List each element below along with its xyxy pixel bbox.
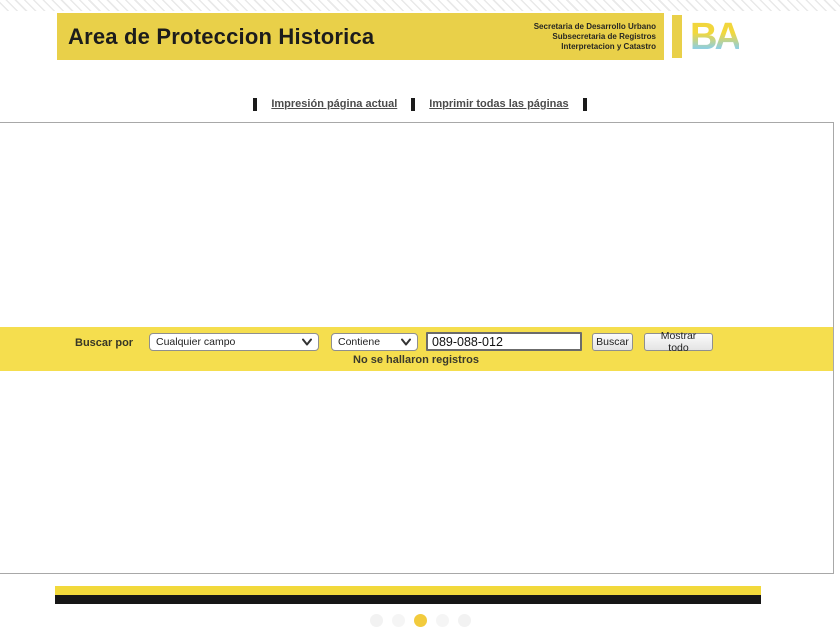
chevron-down-icon xyxy=(401,338,411,346)
search-button[interactable]: Buscar xyxy=(592,333,633,351)
org-line: Interpretacion y Catastro xyxy=(561,41,656,51)
print-all-pages-link[interactable]: Imprimir todas las páginas xyxy=(429,98,568,110)
search-by-label: Buscar por xyxy=(75,337,134,349)
footer-yellow-bar xyxy=(55,586,761,595)
logo-separator-bar xyxy=(672,15,682,58)
operator-select[interactable]: Contiene xyxy=(331,333,418,351)
no-results-message: No se hallaron registros xyxy=(353,354,479,366)
search-toolbar: Buscar por Cualquier campo Contiene Busc… xyxy=(0,327,833,371)
separator-bar xyxy=(253,97,258,111)
top-hatch-decoration xyxy=(0,0,840,11)
ba-logo: BA xyxy=(690,12,742,62)
org-line: Subsecretaria de Registros xyxy=(552,31,656,41)
pagination-dot[interactable] xyxy=(435,614,449,627)
org-line: Secretaria de Desarrollo Urbano xyxy=(533,21,656,31)
field-select[interactable]: Cualquier campo xyxy=(149,333,319,351)
operator-select-value: Contiene xyxy=(338,336,381,348)
footer-black-bar xyxy=(55,595,761,604)
content-panel: Buscar por Cualquier campo Contiene Busc… xyxy=(0,122,834,574)
print-links-bar: Impresión página actual Imprimir todas l… xyxy=(0,94,840,114)
chevron-down-icon xyxy=(302,338,312,346)
search-query-input[interactable] xyxy=(426,332,582,351)
organization-block: Secretaria de Desarrollo Urbano Subsecre… xyxy=(534,22,656,52)
pagination-dot[interactable] xyxy=(391,614,405,627)
print-current-page-link[interactable]: Impresión página actual xyxy=(271,98,397,110)
pagination-dot[interactable] xyxy=(369,614,383,627)
pagination-dot[interactable] xyxy=(457,614,471,627)
show-all-button[interactable]: Mostrar todo xyxy=(644,330,713,354)
separator-bar xyxy=(582,97,587,111)
header-banner: Area de Proteccion Historica Secretaria … xyxy=(57,13,664,60)
pagination-dot-active[interactable] xyxy=(413,614,427,627)
page-title: Area de Proteccion Historica xyxy=(68,23,375,49)
field-select-value: Cualquier campo xyxy=(156,336,236,348)
pagination-dots xyxy=(0,614,840,627)
separator-bar xyxy=(411,97,416,111)
